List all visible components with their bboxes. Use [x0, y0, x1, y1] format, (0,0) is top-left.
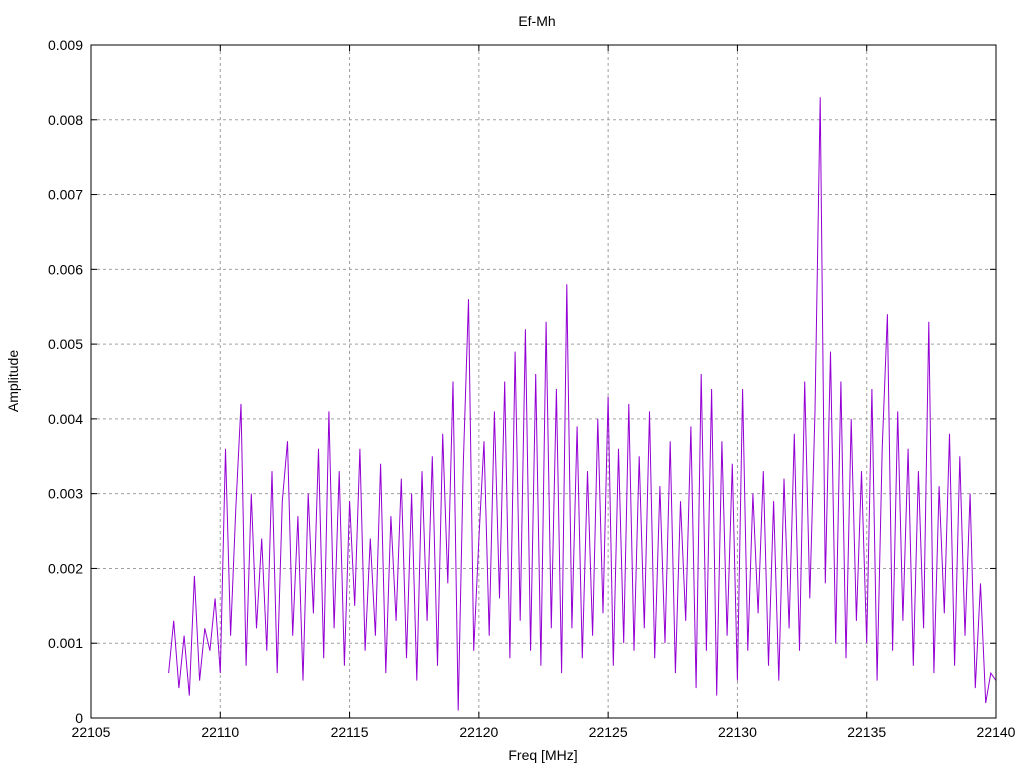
series-line — [168, 97, 997, 711]
y-tick-label: 0.006 — [48, 261, 83, 277]
x-tick-label: 22125 — [589, 724, 628, 740]
chart: Ef-Mh Freq [MHz] Amplitude 22105 22110 221… — [5, 13, 1016, 763]
y-tick-label: 0.001 — [48, 635, 83, 651]
x-tick-label: 22105 — [72, 724, 111, 740]
plot-frame — [90, 44, 997, 719]
x-axis-label: Freq [MHz] — [508, 747, 577, 763]
y-axis-label: Amplitude — [5, 350, 21, 412]
y-tick-label: 0.009 — [48, 37, 83, 53]
x-tick-label: 22135 — [847, 724, 886, 740]
ticks: 22105 22110 22115 22120 22125 22130 22135 22140… — [48, 37, 1016, 740]
x-tick-label: 22115 — [331, 724, 369, 740]
y-tick-label: 0.004 — [48, 411, 83, 427]
x-tick-label: 22120 — [459, 724, 498, 740]
grid — [91, 45, 996, 718]
x-tick-label: 22110 — [201, 724, 239, 740]
x-tick-label: 22140 — [977, 724, 1016, 740]
x-tick-label: 22130 — [718, 724, 757, 740]
y-tick-label: 0.005 — [48, 336, 83, 352]
y-tick-label: 0.007 — [48, 187, 83, 203]
chart-title: Ef-Mh — [518, 13, 555, 29]
y-tick-label: 0.002 — [48, 560, 83, 576]
y-tick-label: 0.008 — [48, 112, 83, 128]
y-tick-label: 0 — [75, 710, 83, 726]
y-tick-label: 0.003 — [48, 486, 83, 502]
